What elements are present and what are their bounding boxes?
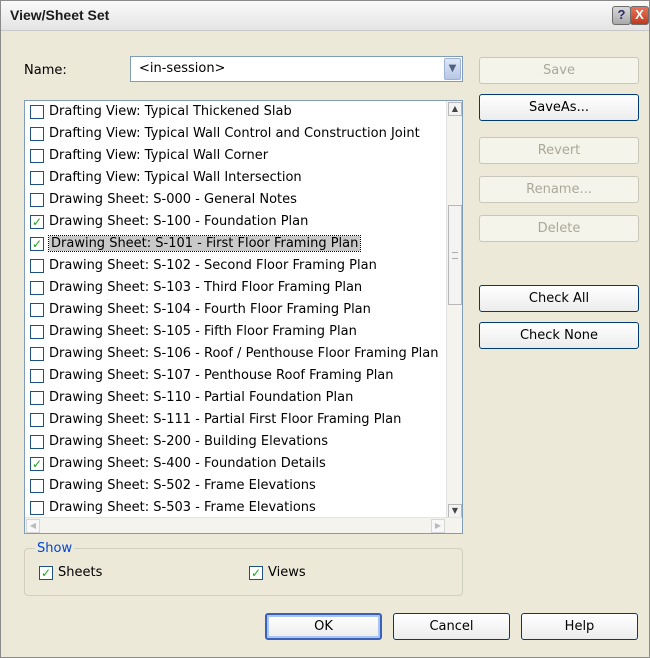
list-item[interactable]: Drawing Sheet: S-000 - General Notes <box>25 189 448 211</box>
list-item-checkbox[interactable] <box>30 127 44 141</box>
show-group: ✓ Sheets ✓ Views <box>24 548 463 596</box>
list-item-checkbox[interactable] <box>30 149 44 163</box>
name-dropdown[interactable]: <in-session> ▼ <box>130 56 463 82</box>
cancel-button[interactable]: Cancel <box>393 613 510 640</box>
view-sheet-list[interactable]: Drafting View: Typical Thickened Slab Dra… <box>24 100 463 534</box>
list-item-label: Drawing Sheet: S-111 - Partial First Flo… <box>49 412 402 427</box>
list-item[interactable]: Drawing Sheet: S-110 - Partial Foundatio… <box>25 387 448 409</box>
horizontal-scrollbar[interactable]: ◀ ▶ <box>25 517 462 533</box>
check-all-button[interactable]: Check All <box>479 285 639 312</box>
list-item-checkbox[interactable] <box>30 435 44 449</box>
list-item-label: Drafting View: Typical Wall Corner <box>49 148 269 163</box>
title-bar[interactable]: View/Sheet Set ? X <box>1 1 649 31</box>
list-item[interactable]: Drawing Sheet: S-107 - Penthouse Roof Fr… <box>25 365 448 387</box>
list-item-label: Drawing Sheet: S-104 - Fourth Floor Fram… <box>49 302 371 317</box>
list-item[interactable]: Drawing Sheet: S-104 - Fourth Floor Fram… <box>25 299 448 321</box>
list-item-checkbox[interactable]: ✓ <box>30 237 44 251</box>
list-item[interactable]: Drawing Sheet: S-200 - Building Elevatio… <box>25 431 448 453</box>
list-item-checkbox[interactable] <box>30 105 44 119</box>
list-item-checkbox[interactable] <box>30 303 44 317</box>
list-item-checkbox[interactable] <box>30 259 44 273</box>
list-item-label: Drafting View: Typical Thickened Slab <box>49 104 292 119</box>
dialog-title: View/Sheet Set <box>10 7 110 23</box>
list-item-checkbox[interactable] <box>30 369 44 383</box>
sheets-checkbox[interactable]: ✓ Sheets <box>39 565 102 581</box>
list-item-checkbox[interactable]: ✓ <box>30 215 44 229</box>
views-label: Views <box>268 565 306 580</box>
show-legend: Show <box>35 541 75 556</box>
list-item-checkbox[interactable] <box>30 193 44 207</box>
list-item-checkbox[interactable] <box>30 281 44 295</box>
list-item[interactable]: Drawing Sheet: S-102 - Second Floor Fram… <box>25 255 448 277</box>
save-button[interactable]: Save <box>479 57 639 84</box>
grip-icon <box>452 252 458 259</box>
list-item-label: Drawing Sheet: S-110 - Partial Foundatio… <box>49 390 354 405</box>
list-item[interactable]: Drawing Sheet: S-105 - Fifth Floor Frami… <box>25 321 448 343</box>
list-item-label: Drawing Sheet: S-102 - Second Floor Fram… <box>49 258 377 273</box>
sheets-label: Sheets <box>58 565 103 580</box>
sheets-check-icon[interactable]: ✓ <box>39 566 53 580</box>
rename-button[interactable]: Rename... <box>479 176 639 203</box>
list-items-container: Drafting View: Typical Thickened Slab Dra… <box>25 101 448 519</box>
list-item-label: Drafting View: Typical Wall Control and … <box>49 126 420 141</box>
list-item-checkbox[interactable]: ✓ <box>30 457 44 471</box>
views-checkbox[interactable]: ✓ Views <box>249 565 306 581</box>
list-item-checkbox[interactable] <box>30 325 44 339</box>
list-item[interactable]: Drafting View: Typical Wall Corner <box>25 145 448 167</box>
vertical-scrollbar[interactable]: ▲ ▼ <box>446 101 462 519</box>
list-item-label: Drawing Sheet: S-502 - Frame Elevations <box>49 478 316 493</box>
list-item-checkbox[interactable] <box>30 347 44 361</box>
list-item[interactable]: Drawing Sheet: S-106 - Roof / Penthouse … <box>25 343 448 365</box>
revert-button[interactable]: Revert <box>479 137 639 164</box>
list-item-label: Drawing Sheet: S-200 - Building Elevatio… <box>49 434 329 449</box>
list-item-label: Drawing Sheet: S-107 - Penthouse Roof Fr… <box>49 368 394 383</box>
list-item-checkbox[interactable] <box>30 479 44 493</box>
list-item-label: Drawing Sheet: S-000 - General Notes <box>49 192 297 207</box>
list-item[interactable]: Drawing Sheet: S-503 - Frame Elevations <box>25 497 448 519</box>
list-item[interactable]: Drafting View: Typical Wall Intersection <box>25 167 448 189</box>
list-item[interactable]: Drawing Sheet: S-502 - Frame Elevations <box>25 475 448 497</box>
list-item-label: Drawing Sheet: S-503 - Frame Elevations <box>49 500 316 515</box>
name-dropdown-value: <in-session> <box>139 61 226 76</box>
list-item-checkbox[interactable] <box>30 171 44 185</box>
list-item[interactable]: Drawing Sheet: S-103 - Third Floor Frami… <box>25 277 448 299</box>
scroll-left-icon[interactable]: ◀ <box>26 519 40 533</box>
list-item-label: Drawing Sheet: S-105 - Fifth Floor Frami… <box>49 324 357 339</box>
ok-button[interactable]: OK <box>265 613 382 640</box>
view-sheet-set-dialog: View/Sheet Set ? X Name: <in-session> ▼ … <box>0 0 650 658</box>
delete-button[interactable]: Delete <box>479 215 639 242</box>
help-icon[interactable]: ? <box>612 6 631 25</box>
check-none-button[interactable]: Check None <box>479 322 639 349</box>
list-item[interactable]: Drafting View: Typical Wall Control and … <box>25 123 448 145</box>
list-item[interactable]: ✓ Drawing Sheet: S-101 - First Floor Fram… <box>25 233 448 255</box>
list-item-checkbox[interactable] <box>30 501 44 515</box>
list-item[interactable]: ✓ Drawing Sheet: S-400 - Foundation Detai… <box>25 453 448 475</box>
scroll-down-icon[interactable]: ▼ <box>448 504 462 518</box>
list-item-label: Drawing Sheet: S-106 - Roof / Penthouse … <box>49 346 439 361</box>
list-item-checkbox[interactable] <box>30 413 44 427</box>
list-item-checkbox[interactable] <box>30 391 44 405</box>
list-item-label: Drafting View: Typical Wall Intersection <box>49 170 302 185</box>
help-button[interactable]: Help <box>521 613 638 640</box>
list-item[interactable]: Drawing Sheet: S-111 - Partial First Flo… <box>25 409 448 431</box>
list-item[interactable]: Drafting View: Typical Thickened Slab <box>25 101 448 123</box>
close-icon[interactable]: X <box>630 6 649 25</box>
list-item[interactable]: ✓ Drawing Sheet: S-100 - Foundation Plan <box>25 211 448 233</box>
scroll-up-icon[interactable]: ▲ <box>448 102 462 116</box>
scroll-right-icon[interactable]: ▶ <box>431 519 445 533</box>
scrollbar-thumb[interactable] <box>448 205 462 305</box>
list-item-label: Drawing Sheet: S-100 - Foundation Plan <box>49 214 309 229</box>
save-as-button[interactable]: SaveAs... <box>479 94 639 121</box>
views-check-icon[interactable]: ✓ <box>249 566 263 580</box>
chevron-down-icon[interactable]: ▼ <box>444 58 461 80</box>
list-item-label: Drawing Sheet: S-103 - Third Floor Frami… <box>49 280 363 295</box>
list-item-label: Drawing Sheet: S-101 - First Floor Frami… <box>47 235 362 252</box>
name-label: Name: <box>24 63 67 78</box>
list-item-label: Drawing Sheet: S-400 - Foundation Detail… <box>49 456 326 471</box>
